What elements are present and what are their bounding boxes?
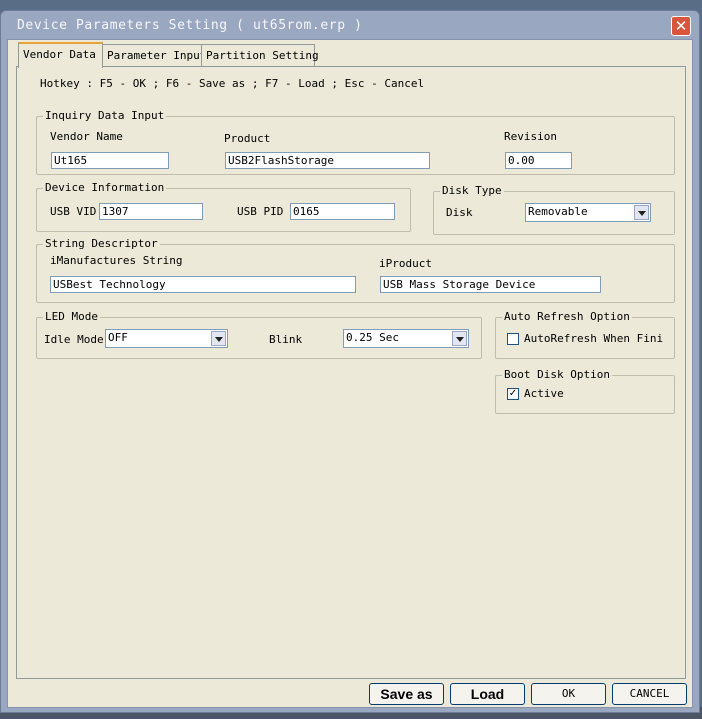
close-button[interactable]: ✕ [671,16,691,36]
string-descriptor-group: String Descriptor iManufactures String U… [36,237,675,303]
title-bar[interactable]: Device Parameters Setting ( ut65rom.erp … [1,11,699,39]
usb-pid-input[interactable]: 0165 [290,203,395,220]
blink-value: 0.25 Sec [346,331,399,344]
save-as-button[interactable]: Save as [369,683,444,705]
tab-vendor-data[interactable]: Vendor Data [18,42,103,68]
group-legend: Auto Refresh Option [502,310,632,323]
usb-vid-input[interactable]: 1307 [99,203,203,220]
chevron-down-icon[interactable] [452,331,467,346]
disk-type-select[interactable]: Removable [525,203,651,222]
group-legend: Device Information [43,181,167,194]
usb-vid-label: USB VID [50,205,97,218]
autorefresh-checkbox[interactable] [507,333,519,345]
tab-label: Parameter Input [107,49,207,62]
button-label: Save as [380,686,433,702]
product-label: Product [224,132,271,145]
checkmark-icon: ✓ [508,388,518,399]
boot-disk-group: Boot Disk Option ✓ Active [495,368,675,414]
blink-label: Blink [269,333,303,346]
group-legend: Disk Type [440,184,504,197]
revision-label: Revision [504,130,557,143]
button-label: OK [561,687,576,700]
autorefresh-label: AutoRefresh When Fini [524,332,664,345]
auto-refresh-group: Auto Refresh Option AutoRefresh When Fin… [495,310,675,359]
revision-input[interactable]: 0.00 [505,152,572,169]
disk-label: Disk [446,206,473,219]
chevron-down-icon[interactable] [211,331,226,346]
usb-pid-label: USB PID [237,205,284,218]
tab-partition-setting[interactable]: Partition Setting [201,44,319,66]
active-checkbox[interactable]: ✓ [507,388,519,400]
imanufactures-label: iManufactures String [50,254,183,267]
close-icon: ✕ [674,17,688,35]
dialog-window: Device Parameters Setting ( ut65rom.erp … [0,10,700,713]
chevron-down-icon[interactable] [634,205,649,220]
idle-mode-value: OFF [108,331,128,344]
group-legend: LED Mode [43,310,100,323]
led-mode-group: LED Mode Idle Mode OFF Blink 0.25 Sec [36,310,482,359]
idle-mode-label: Idle Mode [44,333,104,346]
vendor-name-label: Vendor Name [50,130,123,143]
vendor-data-panel: Hotkey : F5 - OK ; F6 - Save as ; F7 - L… [16,66,686,679]
disk-type-group: Disk Type Disk Removable [433,184,675,235]
device-information-group: Device Information USB VID 1307 USB PID … [36,181,411,232]
window-title: Device Parameters Setting ( ut65rom.erp … [17,18,363,33]
active-label: Active [524,387,564,400]
iproduct-input[interactable]: USB Mass Storage Device [380,276,601,293]
idle-mode-select[interactable]: OFF [105,329,228,348]
blink-select[interactable]: 0.25 Sec [343,329,469,348]
imanufactures-input[interactable]: USBest Technology [50,276,356,293]
tab-parameter-input[interactable]: Parameter Input [102,44,206,66]
group-legend: String Descriptor [43,237,160,250]
group-legend: Inquiry Data Input [43,109,167,122]
dialog-client: Vendor Data Parameter Input Partition Se… [7,39,693,708]
product-input[interactable]: USB2FlashStorage [225,152,430,169]
tab-label: Vendor Data [23,48,96,61]
group-legend: Boot Disk Option [502,368,612,381]
cancel-button[interactable]: CANCEL [612,683,687,705]
button-label: Load [470,686,505,702]
ok-button[interactable]: OK [531,683,606,705]
disk-type-value: Removable [528,205,588,218]
tab-label: Partition Setting [206,49,319,62]
vendor-name-input[interactable]: Ut165 [51,152,169,169]
hotkey-hint: Hotkey : F5 - OK ; F6 - Save as ; F7 - L… [40,77,425,90]
iproduct-label: iProduct [379,257,432,270]
button-label: CANCEL [629,687,670,700]
load-button[interactable]: Load [450,683,525,705]
inquiry-data-group: Inquiry Data Input Vendor Name Ut165 Pro… [36,109,675,175]
